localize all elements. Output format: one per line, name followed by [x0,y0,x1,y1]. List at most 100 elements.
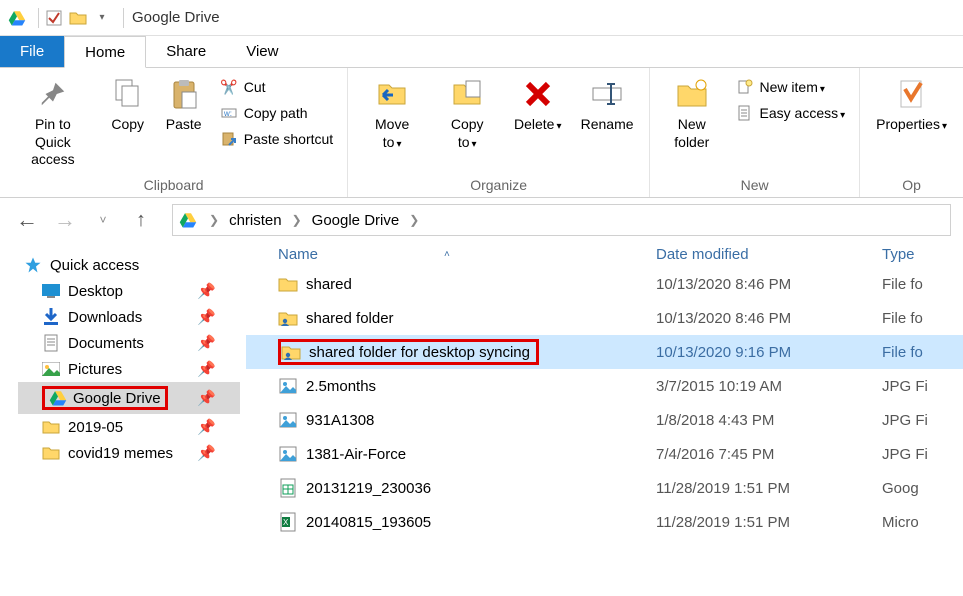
copy-to-button[interactable]: Copy to [430,72,504,155]
sort-indicator-icon: ˄ [444,249,450,260]
file-type: JPG Fi [882,412,963,429]
column-name[interactable]: Name ˄ [246,246,656,263]
scissors-icon: ✂️ [220,78,238,96]
pictures-icon [42,360,60,378]
paste-label: Paste [166,116,202,134]
copy-button[interactable]: Copy [100,72,156,138]
title-bar: ▾ Google Drive [0,0,963,36]
new-item-button[interactable]: New item [732,76,850,98]
breadcrumb[interactable]: ❯ christen ❯ Google Drive ❯ [172,204,951,236]
file-date: 1/8/2018 4:43 PM [656,412,882,429]
column-name-label: Name [278,246,318,263]
rename-button[interactable]: Rename [571,72,643,138]
file-row[interactable]: X20140815_19360511/28/2019 1:51 PMMicro [246,505,963,539]
cut-button[interactable]: ✂️ Cut [216,76,338,98]
back-button[interactable]: ← [12,205,42,235]
tab-view[interactable]: View [226,36,298,67]
sidebar-item-label: Downloads [68,309,142,326]
qatoolbar-dropdown-icon[interactable]: ▾ [93,9,111,27]
column-type[interactable]: Type [882,246,963,263]
gdrive-icon [179,211,197,229]
file-row[interactable]: shared folder for desktop syncing 10/13/2… [246,335,963,369]
copypath-icon: w: [220,104,238,122]
column-date[interactable]: Date modified [656,246,882,263]
recent-dropdown-icon[interactable]: ˅ [88,205,118,235]
file-name: shared [306,276,352,293]
file-date: 10/13/2020 9:16 PM [656,344,882,361]
file-row[interactable]: shared folder10/13/2020 8:46 PMFile fo [246,301,963,335]
copyto-icon [449,76,485,112]
sidebar-item[interactable]: Google Drive📌 [18,382,240,414]
file-row[interactable]: 20131219_23003611/28/2019 1:51 PMGoog [246,471,963,505]
file-row[interactable]: 2.5months3/7/2015 10:19 AMJPG Fi [246,369,963,403]
file-row[interactable]: 931A13081/8/2018 4:43 PMJPG Fi [246,403,963,437]
tab-file[interactable]: File [0,36,64,67]
folder-icon [42,444,60,462]
sidebar-item[interactable]: Documents 📌 [18,330,240,356]
cut-label: Cut [244,79,266,95]
sidebar-item[interactable]: Pictures📌 [18,356,240,382]
file-type: File fo [882,276,963,293]
paste-shortcut-button[interactable]: Paste shortcut [216,128,338,150]
sidebar-item[interactable]: Downloads 📌 [18,304,240,330]
newitem-label: New item [760,79,825,95]
file-type: JPG Fi [882,446,963,463]
pin-to-quick-access-button[interactable]: Pin to Quick access [6,72,100,173]
properties-button[interactable]: Properties [866,72,957,138]
gdrive-icon [8,9,26,27]
file-date: 3/7/2015 10:19 AM [656,378,882,395]
pin-icon: 📌 [197,444,216,462]
newfolder-label: New folder [666,116,717,151]
tab-share[interactable]: Share [146,36,226,67]
ribbon-group-organize: Move to Copy to Delete Rename O [348,68,650,197]
file-name: shared folder for desktop syncing [309,344,530,361]
sidebar-item[interactable]: Desktop📌 [18,278,240,304]
file-row[interactable]: shared10/13/2020 8:46 PMFile fo [246,267,963,301]
chevron-right-icon[interactable]: ❯ [290,213,304,227]
svg-text:w:: w: [223,109,232,118]
file-name: 2.5months [306,378,376,395]
downloads-icon [42,308,60,326]
sidebar-item-label: Documents [68,335,144,352]
file-name: 20140815_193605 [306,514,431,531]
forward-button[interactable]: → [50,205,80,235]
sidebar-quick-access[interactable]: Quick access [18,252,240,278]
file-row[interactable]: 1381-Air-Force7/4/2016 7:45 PMJPG Fi [246,437,963,471]
file-date: 11/28/2019 1:51 PM [656,480,882,497]
pin-icon: 📌 [197,334,216,352]
chevron-right-icon[interactable]: ❯ [207,213,221,227]
delete-icon [520,76,556,112]
paste-button[interactable]: Paste [156,72,212,138]
checkbox-icon[interactable] [45,9,63,27]
sidebar-item-label: Google Drive [73,390,161,407]
moveto-label: Move to [364,116,420,151]
ribbon: Pin to Quick access Copy Paste ✂️ Cut [0,68,963,198]
image-icon [278,444,298,464]
file-type: Goog [882,480,963,497]
breadcrumb-segment[interactable]: christen [225,212,286,229]
move-to-button[interactable]: Move to [354,72,430,155]
easy-access-button[interactable]: Easy access [732,102,850,124]
sidebar-item[interactable]: 2019-05📌 [18,414,240,440]
image-icon [278,376,298,396]
star-icon [24,256,42,274]
copy-path-button[interactable]: w: Copy path [216,102,338,124]
rename-label: Rename [581,116,634,134]
easyaccess-label: Easy access [760,105,846,121]
up-button[interactable]: ↑ [126,205,156,235]
sidebar-item[interactable]: covid19 memes📌 [18,440,240,466]
sidebar-item-label: Pictures [68,361,122,378]
new-folder-button[interactable]: New folder [656,72,727,155]
delete-button[interactable]: Delete [504,72,571,138]
delete-label: Delete [514,116,562,134]
easyaccess-icon [736,104,754,122]
folder-icon[interactable] [69,9,87,27]
pin-icon: 📌 [197,308,216,326]
file-list: Name ˄ Date modified Type shared10/13/20… [246,242,963,596]
chevron-right-icon[interactable]: ❯ [407,213,421,227]
newitem-icon [736,78,754,96]
breadcrumb-segment[interactable]: Google Drive [308,212,404,229]
tab-home[interactable]: Home [64,36,146,68]
excel-icon: X [278,512,298,532]
file-type: File fo [882,310,963,327]
